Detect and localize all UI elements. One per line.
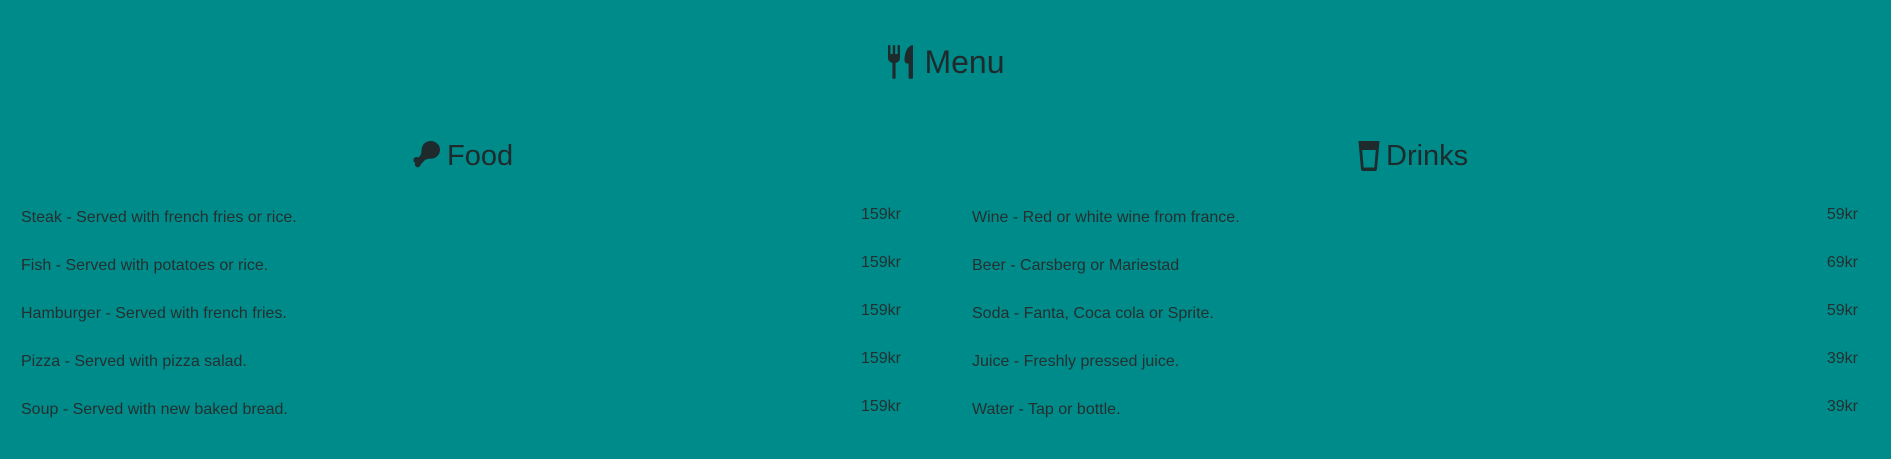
drink-item-price: 39kr — [1826, 350, 1858, 367]
drink-item-price: 69kr — [1826, 254, 1858, 271]
drink-item: Wine - Red or white wine from france. 59… — [972, 206, 1858, 230]
page-title: Menu — [0, 38, 1891, 86]
drink-item-description: Soda - Fanta, Coca cola or Sprite. — [972, 305, 1214, 322]
drink-item-price: 59kr — [1826, 206, 1858, 223]
drink-item-price: 39kr — [1826, 398, 1858, 415]
food-item-price: 159kr — [860, 398, 901, 415]
page-title-text: Menu — [924, 44, 1005, 80]
food-heading-text: Food — [447, 140, 514, 172]
drink-item-description: Beer - Carsberg or Mariestad — [972, 257, 1180, 274]
food-item: Steak - Served with french fries or rice… — [21, 206, 901, 230]
drink-item-description: Juice - Freshly pressed juice. — [972, 353, 1180, 370]
glass-icon — [1358, 141, 1380, 171]
drink-item: Water - Tap or bottle. 39kr — [972, 398, 1858, 422]
drinks-heading: Drinks — [1358, 134, 1468, 178]
food-item-price: 159kr — [860, 206, 901, 223]
utensils-icon — [886, 45, 916, 79]
food-item-description: Pizza - Served with pizza salad. — [21, 353, 247, 370]
food-item-price: 159kr — [860, 254, 901, 271]
food-item-description: Soup - Served with new baked bread. — [21, 401, 288, 418]
drinks-heading-text: Drinks — [1386, 140, 1469, 172]
drink-item-description: Water - Tap or bottle. — [972, 401, 1121, 418]
food-item-description: Hamburger - Served with french fries. — [21, 305, 287, 322]
food-heading: Food — [413, 134, 513, 178]
drumstick-icon — [413, 141, 441, 171]
drink-item-description: Wine - Red or white wine from france. — [972, 209, 1240, 226]
drink-item: Soda - Fanta, Coca cola or Sprite. 59kr — [972, 302, 1858, 326]
food-item-description: Steak - Served with french fries or rice… — [21, 209, 297, 226]
food-item-price: 159kr — [860, 302, 901, 319]
food-item: Fish - Served with potatoes or rice. 159… — [21, 254, 901, 278]
food-item-description: Fish - Served with potatoes or rice. — [21, 257, 269, 274]
food-item: Soup - Served with new baked bread. 159k… — [21, 398, 901, 422]
drink-item: Juice - Freshly pressed juice. 39kr — [972, 350, 1858, 374]
drink-item: Beer - Carsberg or Mariestad 69kr — [972, 254, 1858, 278]
drink-item-price: 59kr — [1826, 302, 1858, 319]
food-item-price: 159kr — [860, 350, 901, 367]
food-item: Pizza - Served with pizza salad. 159kr — [21, 350, 901, 374]
food-item: Hamburger - Served with french fries. 15… — [21, 302, 901, 326]
